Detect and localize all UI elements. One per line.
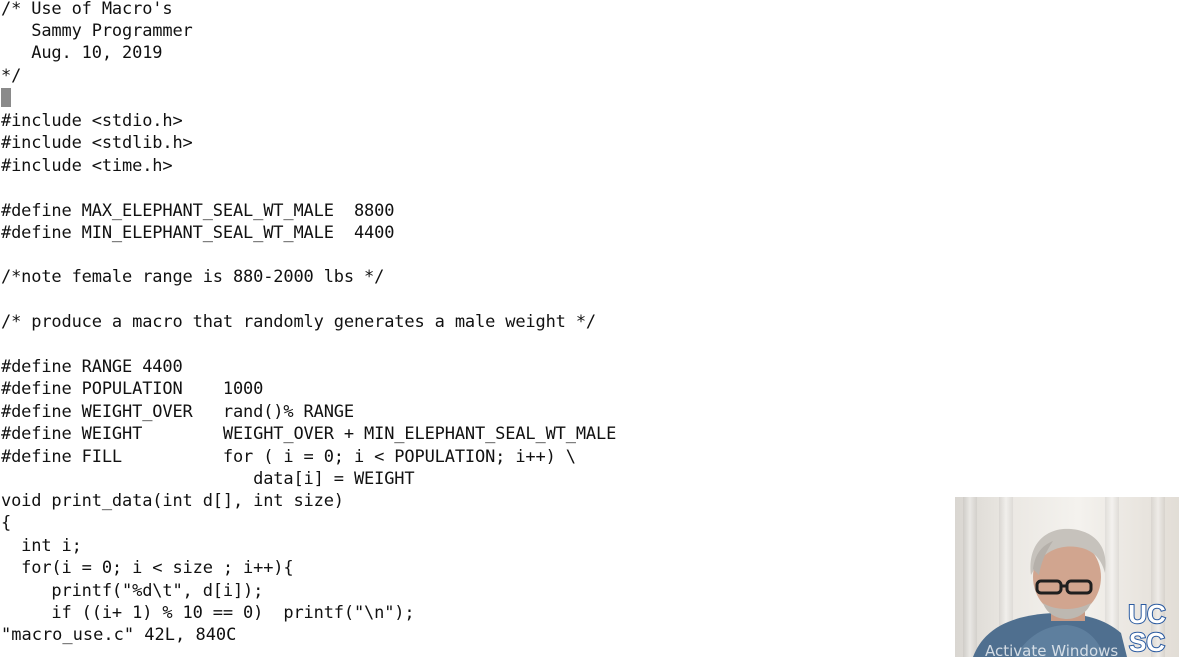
code-line-15: /* produce a macro that randomly generat… xyxy=(1,312,597,332)
logo-bottom-text: SC xyxy=(1129,627,1165,657)
code-line-22: data[i] = WEIGHT xyxy=(1,469,415,489)
logo-top-text: UC xyxy=(1128,599,1166,629)
code-line-19: #define WEIGHT_OVER rand()% RANGE xyxy=(1,402,354,422)
code-line-3: Aug. 10, 2019 xyxy=(1,43,163,63)
code-line-13: /*note female range is 880-2000 lbs */ xyxy=(1,267,385,287)
code-line-2: Sammy Programmer xyxy=(1,21,193,41)
code-line-26: for(i = 0; i < size ; i++){ xyxy=(1,558,294,578)
code-line-1: /* Use of Macro's xyxy=(1,0,173,19)
code-line-7: #include <stdlib.h> xyxy=(1,133,193,153)
text-cursor xyxy=(1,87,11,107)
code-line-6: #include <stdio.h> xyxy=(1,111,183,131)
code-line-11: #define MIN_ELEPHANT_SEAL_WT_MALE 4400 xyxy=(1,223,395,243)
code-line-8: #include <time.h> xyxy=(1,156,173,176)
code-line-20: #define WEIGHT WEIGHT_OVER + MIN_ELEPHAN… xyxy=(1,424,617,444)
ucsc-logo: UC SC xyxy=(1127,598,1167,657)
code-line-21: #define FILL for ( i = 0; i < POPULATION… xyxy=(1,447,576,467)
code-line-10: #define MAX_ELEPHANT_SEAL_WT_MALE 8800 xyxy=(1,201,395,221)
code-line-5 xyxy=(1,87,11,109)
code-line-24: { xyxy=(1,513,12,533)
code-line-27: printf("%d\t", d[i]); xyxy=(1,581,264,601)
code-line-25: int i; xyxy=(1,536,82,556)
code-line-18: #define POPULATION 1000 xyxy=(1,379,264,399)
webcam-overlay: UC SC xyxy=(955,497,1179,657)
editor-status-line: "macro_use.c" 42L, 840C xyxy=(1,625,237,645)
code-line-28: if ((i+ 1) % 10 == 0) printf("\n"); xyxy=(1,603,415,623)
code-editor[interactable]: /* Use of Macro's Sammy Programmer Aug. … xyxy=(1,0,951,657)
code-line-4: */ xyxy=(1,66,22,86)
code-line-17: #define RANGE 4400 xyxy=(1,357,183,377)
code-line-23: void print_data(int d[], int size) xyxy=(1,491,344,511)
